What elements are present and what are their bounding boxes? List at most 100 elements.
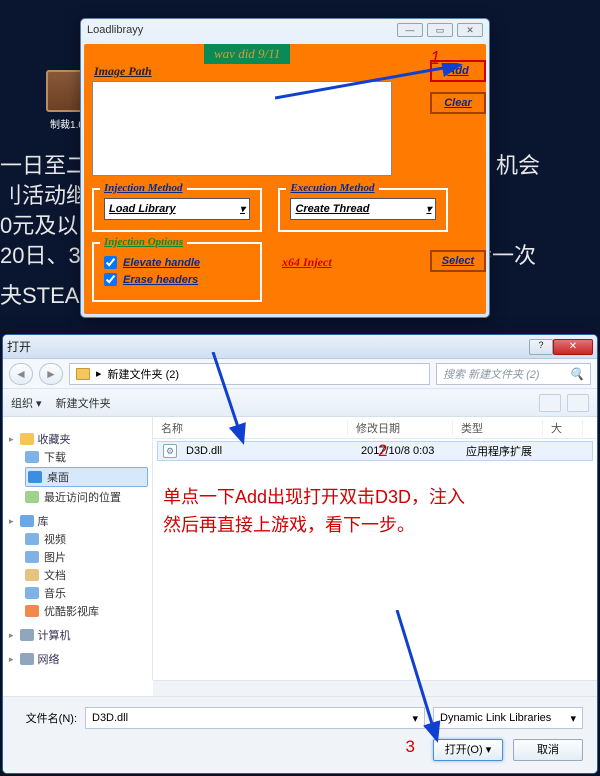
col-name[interactable]: 名称 (153, 420, 348, 436)
bg-text: 夬STEA (0, 278, 79, 310)
tree-video[interactable]: 视频 (44, 531, 66, 547)
filename-value: D3D.dll (92, 712, 128, 724)
bg-text: 机会 (496, 148, 540, 180)
tree-desktop[interactable]: 桌面 (47, 469, 69, 485)
filetype-value: Dynamic Link Libraries (440, 712, 551, 724)
folder-icon (76, 368, 90, 380)
col-date[interactable]: 修改日期 (348, 420, 453, 436)
injection-method-group: Injection Method Load Library ▾ (92, 188, 262, 232)
image-path-label: Image Path (94, 64, 478, 79)
file-row[interactable]: ⚙ D3D.dll 2017/10/8 0:03 应用程序扩展 (157, 441, 593, 461)
organize-menu[interactable]: 组织 ▾ (11, 395, 42, 411)
tree-favorites[interactable]: 收藏夹 (38, 431, 71, 447)
nav-tree[interactable]: ▸收藏夹 下载 桌面 最近访问的位置 ▸库 视频 图片 文档 音乐 优酷影视库 … (3, 417, 153, 680)
bg-text: 20日、3 (0, 238, 81, 270)
col-type[interactable]: 类型 (453, 420, 543, 436)
injection-method-select[interactable]: Load Library ▾ (104, 198, 250, 220)
chevron-down-icon: ▾ (240, 204, 245, 215)
execution-method-legend: Execution Method (286, 182, 378, 194)
nav-row: ◄ ► ▸ 新建文件夹 (2) 搜索 新建文件夹 (2) 🔍 (3, 359, 597, 389)
dialog-close-button[interactable]: ✕ (553, 339, 593, 355)
elevate-handle-checkbox[interactable]: Elevate handle (104, 256, 250, 269)
annotation-1: 1 (430, 48, 440, 69)
video-icon (25, 533, 39, 545)
filename-label: 文件名(N): (17, 710, 77, 726)
injection-method-legend: Injection Method (100, 182, 187, 194)
file-list: 名称 修改日期 类型 大 ⚙ D3D.dll 2017/10/8 0:03 应用… (153, 417, 597, 680)
dll-icon: ⚙ (163, 444, 177, 458)
bg-text: 刂活动继 (0, 178, 88, 210)
tree-music[interactable]: 音乐 (44, 585, 66, 601)
file-name: D3D.dll (182, 445, 357, 457)
annotation-3: 3 (406, 737, 415, 757)
filetype-select[interactable]: Dynamic Link Libraries▾ (433, 707, 583, 729)
cancel-button[interactable]: 取消 (513, 739, 583, 761)
desktop-icon (28, 471, 42, 483)
select-button[interactable]: Select (430, 250, 486, 272)
x64-inject-label: x64 Inject (282, 255, 332, 270)
tree-libraries[interactable]: 库 (38, 513, 49, 529)
file-type: 应用程序扩展 (462, 443, 552, 459)
search-icon: 🔍 (569, 367, 584, 381)
erase-headers-checkbox[interactable]: Erase headers (104, 273, 250, 286)
dialog-title: 打开 (7, 338, 31, 355)
chevron-down-icon: ▾ (426, 204, 431, 215)
tree-network[interactable]: 网络 (38, 651, 60, 667)
file-date: 2017/10/8 0:03 (357, 445, 462, 457)
dialog-footer: 文件名(N): D3D.dll▾ Dynamic Link Libraries▾… (3, 696, 597, 773)
open-button[interactable]: 打开(O) ▾ (433, 739, 503, 761)
dialog-titlebar[interactable]: 打开 ? ✕ (3, 335, 597, 359)
col-size[interactable]: 大 (543, 420, 583, 436)
banner-text: wav did 9/11 (204, 44, 290, 64)
breadcrumb[interactable]: ▸ 新建文件夹 (2) (69, 363, 430, 385)
injector-window: Loadlibrayy — ▭ ✕ wav did 9/11 Add Clear… (80, 18, 490, 318)
maximize-button[interactable]: ▭ (427, 23, 453, 37)
window-title: Loadlibrayy (87, 24, 143, 36)
picture-icon (25, 551, 39, 563)
filename-input[interactable]: D3D.dll▾ (85, 707, 425, 729)
horizontal-scrollbar[interactable] (153, 680, 597, 696)
music-icon (25, 587, 39, 599)
help-button[interactable]: ? (529, 339, 553, 355)
download-icon (25, 451, 39, 463)
injection-options-group: Injection Options Elevate handle Erase h… (92, 242, 262, 302)
close-button[interactable]: ✕ (457, 23, 483, 37)
tree-documents[interactable]: 文档 (44, 567, 66, 583)
youku-icon (25, 605, 39, 617)
elevate-handle-label: Elevate handle (123, 257, 200, 269)
search-input[interactable]: 搜索 新建文件夹 (2) 🔍 (436, 363, 591, 385)
column-headers[interactable]: 名称 修改日期 类型 大 (153, 417, 597, 439)
back-button[interactable]: ◄ (9, 363, 33, 385)
execution-method-value: Create Thread (295, 203, 369, 215)
computer-icon (20, 629, 34, 641)
tree-pictures[interactable]: 图片 (44, 549, 66, 565)
annotation-2: 2 (378, 441, 387, 461)
breadcrumb-segment: 新建文件夹 (2) (108, 366, 180, 382)
star-icon (20, 433, 34, 445)
execution-method-select[interactable]: Create Thread ▾ (290, 198, 436, 220)
document-icon (25, 569, 39, 581)
tree-computer[interactable]: 计算机 (38, 627, 71, 643)
network-icon (20, 653, 34, 665)
new-folder-button[interactable]: 新建文件夹 (56, 395, 111, 411)
titlebar[interactable]: Loadlibrayy — ▭ ✕ (81, 19, 489, 41)
clear-button[interactable]: Clear (430, 92, 486, 114)
forward-button[interactable]: ► (39, 363, 63, 385)
tree-recent[interactable]: 最近访问的位置 (44, 489, 121, 505)
injection-method-value: Load Library (109, 203, 176, 215)
library-icon (20, 515, 34, 527)
erase-headers-label: Erase headers (123, 274, 198, 286)
image-path-list[interactable] (92, 81, 392, 176)
recent-icon (25, 491, 39, 503)
execution-method-group: Execution Method Create Thread ▾ (278, 188, 448, 232)
file-open-dialog: 打开 ? ✕ ◄ ► ▸ 新建文件夹 (2) 搜索 新建文件夹 (2) 🔍 组织… (2, 334, 598, 774)
help-icon[interactable] (567, 394, 589, 412)
search-placeholder: 搜索 新建文件夹 (2) (443, 366, 540, 382)
tree-downloads[interactable]: 下载 (44, 449, 66, 465)
bg-text: 0元及以 (0, 208, 78, 240)
view-options-button[interactable] (539, 394, 561, 412)
minimize-button[interactable]: — (397, 23, 423, 37)
tree-youku[interactable]: 优酷影视库 (44, 603, 99, 619)
injection-options-legend: Injection Options (100, 236, 187, 248)
instruction-text: 单点一下Add出现打开双击D3D，注入 然后再直接上游戏，看下一步。 (163, 483, 465, 539)
